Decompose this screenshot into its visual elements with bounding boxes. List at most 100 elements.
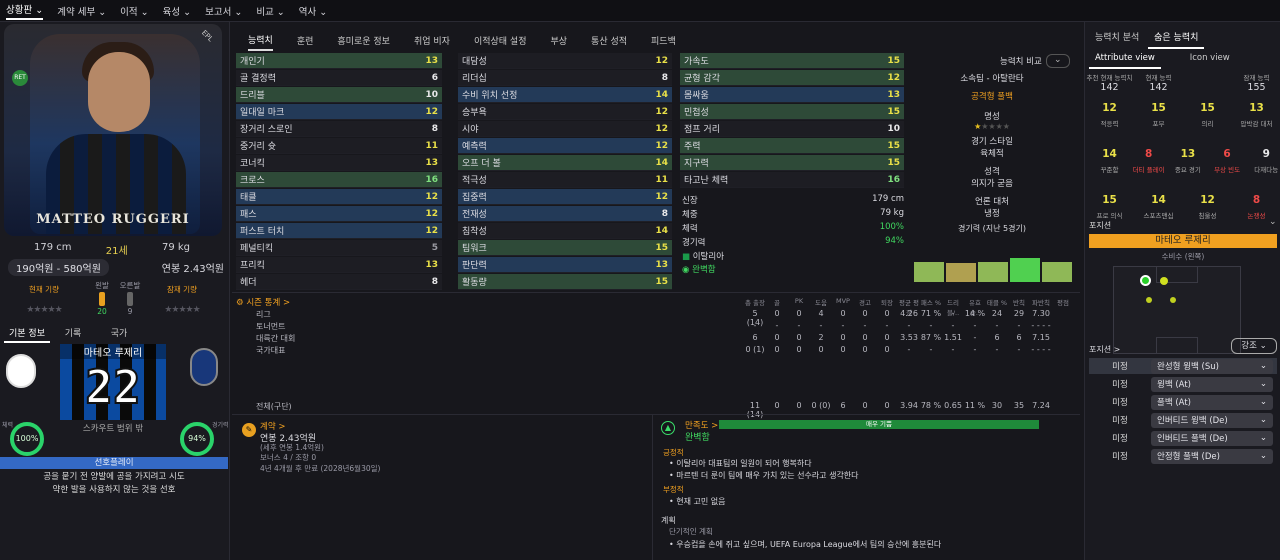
season-col-header[interactable]: 패스 % [920,297,942,309]
tab-records[interactable]: 기록 [50,324,96,343]
nav-item-0[interactable]: 상황판 ⌄ [6,2,44,20]
role-dropdown[interactable]: 인버티드 윙백 (De) ⌄ [1151,412,1273,428]
season-col-header[interactable]: 평균 평점 [898,297,920,317]
tab-hidden-attributes[interactable]: 숨은 능력치 [1148,26,1205,49]
season-col-header[interactable]: 반칙 [1008,297,1030,309]
attribute-row[interactable]: 오프 더 볼 14 [458,155,672,171]
compare-dropdown[interactable]: ⌄ [1045,54,1070,68]
season-cell: 0 [840,309,846,318]
attribute-row[interactable]: 몸싸움 13 [680,87,904,103]
nav-item-5[interactable]: 비교 ⌄ [256,4,284,18]
role-dropdown[interactable]: 완성형 윙백 (Su) ⌄ [1151,358,1273,374]
season-col-header[interactable]: 경고 [854,297,876,309]
attribute-row[interactable]: 리더십 8 [458,70,672,86]
attribute-row[interactable]: 개인기 13 [236,53,442,69]
season-total-cell: 0 [884,401,890,410]
nav-item-4[interactable]: 보고서 ⌄ [205,4,242,18]
attribute-row[interactable]: 타고난 체력 16 [680,172,904,188]
tab-main-0[interactable]: 능력치 [248,30,273,51]
attribute-name: 리더십 [462,74,487,84]
role-title[interactable]: 포지션 > [1089,344,1120,355]
season-col-header[interactable]: 평점 [1052,297,1074,309]
role-dropdown[interactable]: 윙백 (At) ⌄ [1151,376,1273,392]
season-col-header[interactable]: 도움 [810,297,832,309]
attribute-value: 14 [655,89,668,100]
tab-main-4[interactable]: 이적상태 설정 [474,31,527,50]
attribute-row[interactable]: 적극성 11 [458,172,672,188]
role-name: 윙백 (At) [1157,380,1191,390]
season-col-header[interactable]: 총 출장 [744,297,766,309]
nav-item-6[interactable]: 역사 ⌄ [299,4,327,18]
tab-attribute-analysis[interactable]: 능력치 분석 [1089,26,1145,47]
attribute-name: 중거리 슛 [240,142,276,152]
attribute-row[interactable]: 침착성 14 [458,223,672,239]
role-filter-dropdown[interactable]: 강조 ⌄ [1231,338,1277,354]
attribute-row[interactable]: 민첩성 15 [680,104,904,120]
role-row[interactable]: 미정 윙백 (At) ⌄ [1089,376,1277,392]
nav-item-2[interactable]: 이적 ⌄ [120,4,148,18]
role-row[interactable]: 미정 안정형 풀백 (De) ⌄ [1089,448,1277,464]
tab-icon-view[interactable]: Icon view [1184,49,1236,67]
attribute-row[interactable]: 시야 12 [458,121,672,137]
attribute-row[interactable]: 페널티킥 5 [236,240,442,256]
role-row[interactable]: 미정 완성형 윙백 (Su) ⌄ [1089,358,1277,374]
attribute-row[interactable]: 전재성 8 [458,206,672,222]
attribute-row[interactable]: 일대일 마크 12 [236,104,442,120]
position-collapse-icon[interactable]: ⌄ [1269,217,1277,227]
attribute-row[interactable]: 크로스 16 [236,172,442,188]
role-row[interactable]: 미정 풀백 (At) ⌄ [1089,394,1277,410]
attribute-row[interactable]: 팀워크 15 [458,240,672,256]
attribute-row[interactable]: 드리블 10 [236,87,442,103]
reputation-stars: ★★★★★ [974,122,1010,131]
condition-value: 100% [879,222,904,232]
attribute-row[interactable]: 프리킥 13 [236,257,442,273]
season-col-header[interactable]: 퇴장 [876,297,898,309]
nav-item-1[interactable]: 계약 세부 ⌄ [57,4,106,18]
attribute-row[interactable]: 활동량 15 [458,274,672,290]
tab-main-1[interactable]: 훈련 [297,31,314,50]
attribute-row[interactable]: 대담성 12 [458,53,672,69]
attribute-row[interactable]: 헤더 8 [236,274,442,290]
ability-header-2: 현재 능력 [1145,74,1172,82]
attribute-row[interactable]: 주력 15 [680,138,904,154]
season-cell: - [973,333,977,342]
attribute-row[interactable]: 패스 12 [236,206,442,222]
attribute-row[interactable]: 가속도 15 [680,53,904,69]
season-col-header[interactable]: 유효 슛.. [964,297,986,317]
role-dropdown[interactable]: 풀백 (At) ⌄ [1151,394,1273,410]
attribute-row[interactable]: 지구력 15 [680,155,904,171]
attribute-row[interactable]: 예측력 12 [458,138,672,154]
attribute-row[interactable]: 코너킥 13 [236,155,442,171]
attribute-row[interactable]: 태클 12 [236,189,442,205]
role-dropdown[interactable]: 안정형 풀백 (De) ⌄ [1151,448,1273,464]
tab-basic-info[interactable]: 기본 정보 [4,324,50,343]
season-col-header[interactable]: PK [788,297,810,309]
attribute-row[interactable]: 퍼스트 터치 12 [236,223,442,239]
season-col-header[interactable]: 골 [766,297,788,309]
nav-item-3[interactable]: 육성 ⌄ [163,4,191,18]
tab-nation[interactable]: 국가 [96,324,142,343]
season-col-header[interactable]: 태클 % [986,297,1008,309]
attribute-row[interactable]: 수비 위치 선정 14 [458,87,672,103]
attribute-row[interactable]: 판단력 13 [458,257,672,273]
role-position: 미정 [1112,434,1128,444]
attribute-row[interactable]: 골 결정력 6 [236,70,442,86]
attribute-row[interactable]: 승부욕 12 [458,104,672,120]
season-col-header[interactable]: 드리블/.. [942,297,964,317]
attribute-row[interactable]: 중거리 슛 11 [236,138,442,154]
role-dropdown[interactable]: 인버티드 풀백 (De) ⌄ [1151,430,1273,446]
tab-main-3[interactable]: 취업 비자 [414,31,450,50]
season-col-header[interactable]: MVP [832,297,854,309]
attribute-row[interactable]: 균형 감각 12 [680,70,904,86]
tab-main-6[interactable]: 통산 성적 [591,31,627,50]
role-row[interactable]: 미정 인버티드 풀백 (De) ⌄ [1089,430,1277,446]
attribute-row[interactable]: 집중력 12 [458,189,672,205]
tab-main-7[interactable]: 피드백 [651,31,676,50]
role-row[interactable]: 미정 인버티드 윙백 (De) ⌄ [1089,412,1277,428]
attribute-row[interactable]: 점프 거리 10 [680,121,904,137]
season-col-header[interactable]: 파반칙 [1030,297,1052,309]
tab-main-5[interactable]: 부상 [550,31,567,50]
tab-main-2[interactable]: 흥미로운 정보 [337,31,390,50]
attribute-row[interactable]: 장거리 스로인 8 [236,121,442,137]
tab-attribute-view[interactable]: Attribute view [1089,49,1161,69]
